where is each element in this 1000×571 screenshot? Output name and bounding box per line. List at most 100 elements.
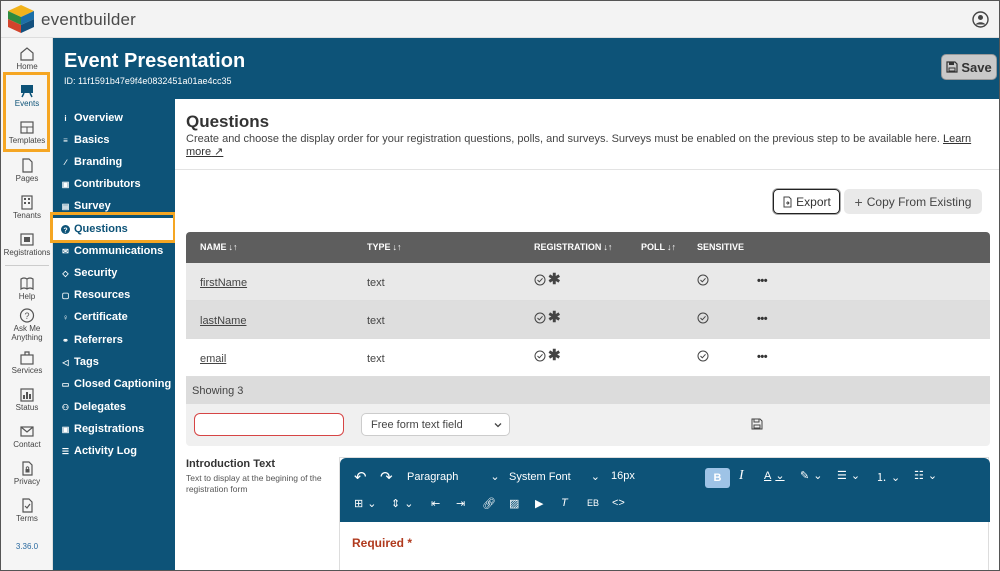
question-name-link[interactable]: email (200, 353, 226, 365)
nav-label: Overview (74, 112, 123, 124)
status-chart-icon (20, 388, 34, 402)
rich-text-editor[interactable]: ↶ ↷ Paragraph ⌄ System Font ⌄ 16px B I A ⌄ … (339, 457, 990, 570)
type-select-value: Free form text field (371, 418, 463, 431)
table-row[interactable]: firstName text ✱ ••• (186, 263, 990, 301)
eb-button[interactable]: EB (587, 498, 599, 508)
align-button[interactable]: ☰ ⌄ (837, 469, 860, 482)
rail-item-tenants[interactable]: Tenants (1, 195, 53, 220)
rail-item-contact[interactable]: Contact (1, 424, 53, 449)
rail-item-home[interactable]: Home (1, 46, 53, 71)
table-row[interactable]: email text ✱ ••• (186, 339, 990, 377)
table-row[interactable]: lastName text ✱ ••• (186, 301, 990, 339)
bullet-list-button[interactable]: ☷ ⌄ (914, 469, 937, 482)
sort-icon: ↓↑ (392, 242, 402, 252)
sort-icon: ↓↑ (603, 242, 613, 252)
nav-item-tags[interactable]: ◁ Tags (53, 351, 175, 373)
col-type-label: TYPE (367, 242, 391, 252)
link-icon[interactable]: 🔗︎ (482, 497, 496, 510)
nav-item-overview[interactable]: i Overview (53, 107, 175, 129)
registration-flags: ✱ (534, 310, 561, 325)
nav-item-branding[interactable]: ∕ Branding (53, 151, 175, 173)
highlight-color-button[interactable]: ✎ ⌄ (800, 469, 822, 482)
user-account-icon[interactable] (972, 11, 989, 28)
save-question-icon[interactable] (751, 418, 763, 430)
contributors-icon: ▣ (61, 179, 70, 189)
editor-content[interactable]: Required * (352, 536, 412, 550)
chevron-down-icon: ⌄ (404, 498, 414, 510)
save-button[interactable]: Save (941, 54, 997, 80)
table-button[interactable]: ⊞ ⌄ (354, 497, 376, 510)
rail-label-ask: Ask Me Anything (11, 324, 43, 342)
rail-label-pages: Pages (15, 174, 39, 183)
rail-item-status[interactable]: Status (1, 387, 53, 412)
block-format-label: Paragraph (407, 470, 459, 483)
font-family-select[interactable]: System Font ⌄ (509, 470, 600, 484)
block-format-select[interactable]: Paragraph ⌄ (407, 470, 500, 484)
row-more-button[interactable]: ••• (757, 275, 768, 287)
nav-item-resources[interactable]: ▢ Resources (53, 284, 175, 306)
rail-item-registrations[interactable]: Registrations (1, 232, 53, 257)
question-name-link[interactable]: firstName (200, 277, 247, 289)
nav-item-communications[interactable]: ✉ Communications (53, 240, 175, 262)
copy-from-existing-button[interactable]: + Copy From Existing (844, 189, 982, 214)
nav-item-activity-log[interactable]: ☰ Activity Log (53, 440, 175, 462)
indent-icon[interactable]: ⇥ (456, 497, 465, 510)
check-circle-icon (697, 274, 709, 286)
col-poll-label: POLL (641, 242, 665, 252)
rail-item-help[interactable]: Help (1, 276, 53, 301)
nav-item-registrations[interactable]: ▣ Registrations (53, 418, 175, 440)
chevron-down-icon: ⌄ (775, 470, 785, 482)
export-button[interactable]: Export (773, 189, 840, 214)
nav-item-security[interactable]: ◇ Security (53, 262, 175, 284)
bold-button[interactable]: B (705, 468, 730, 488)
question-circle-icon: ? (19, 308, 35, 323)
undo-icon[interactable]: ↶ (354, 468, 367, 486)
export-label: Export (796, 194, 831, 209)
col-poll-header[interactable]: POLL ↓↑ (641, 242, 676, 252)
eventbuilder-logo-icon[interactable] (7, 4, 35, 34)
italic-button[interactable]: I (739, 468, 744, 484)
row-count: Showing 3 (186, 377, 990, 404)
col-type-header[interactable]: TYPE ↓↑ (367, 242, 402, 252)
rail-item-ask[interactable]: ? Ask Me Anything (1, 308, 53, 342)
source-code-icon[interactable]: <> (612, 497, 625, 509)
nav-label: Communications (74, 245, 164, 257)
rail-item-pages[interactable]: Pages (1, 158, 53, 183)
row-more-button[interactable]: ••• (757, 351, 768, 363)
col-registration-header[interactable]: REGISTRATION ↓↑ (534, 242, 612, 252)
image-icon[interactable]: ▨ (509, 497, 519, 510)
question-name-link[interactable]: lastName (200, 315, 246, 327)
nav-item-basics[interactable]: ≡ Basics (53, 129, 175, 151)
outdent-icon[interactable]: ⇤ (431, 497, 440, 510)
rail-item-services[interactable]: Services (1, 350, 53, 375)
question-type-select[interactable]: Free form text field (361, 413, 510, 436)
services-icon (20, 351, 34, 365)
nav-item-closed-captioning[interactable]: ▭ Closed Captioning (53, 373, 175, 395)
nav-item-referrers[interactable]: ⚭ Referrers (53, 329, 175, 351)
nav-item-certificate[interactable]: ♀ Certificate (53, 306, 175, 328)
rail-item-terms[interactable]: Terms (1, 498, 53, 523)
line-height-button[interactable]: ⇕ ⌄ (391, 497, 413, 510)
nav-item-delegates[interactable]: ⚇ Delegates (53, 396, 175, 418)
numbered-list-button[interactable]: ⒈ ⌄ (876, 469, 900, 485)
col-name-header[interactable]: NAME ↓↑ (200, 242, 238, 252)
divider (175, 169, 999, 170)
text-color-button[interactable]: A ⌄ (764, 469, 785, 483)
nav-label: Tags (74, 356, 99, 368)
section-description: Create and choose the display order for … (186, 133, 986, 159)
new-question-name-input[interactable] (194, 413, 344, 436)
top-bar: eventbuilder (1, 1, 999, 38)
tag-icon: ◁ (62, 357, 69, 367)
clear-format-icon[interactable]: T (561, 497, 568, 509)
nav-item-contributors[interactable]: ▣ Contributors (53, 173, 175, 195)
nav-label: Referrers (74, 334, 123, 346)
chevron-down-icon: ⌄ (813, 470, 823, 482)
chevron-down-icon (494, 423, 502, 428)
rail-item-privacy[interactable]: Privacy (1, 461, 53, 486)
font-size-select[interactable]: 16px (611, 470, 635, 482)
rail-label-registrations: Registrations (3, 248, 51, 257)
redo-icon[interactable]: ↷ (380, 468, 393, 486)
registration-flags: ✱ (534, 348, 561, 363)
media-icon[interactable]: ▶ (535, 497, 543, 510)
row-more-button[interactable]: ••• (757, 313, 768, 325)
